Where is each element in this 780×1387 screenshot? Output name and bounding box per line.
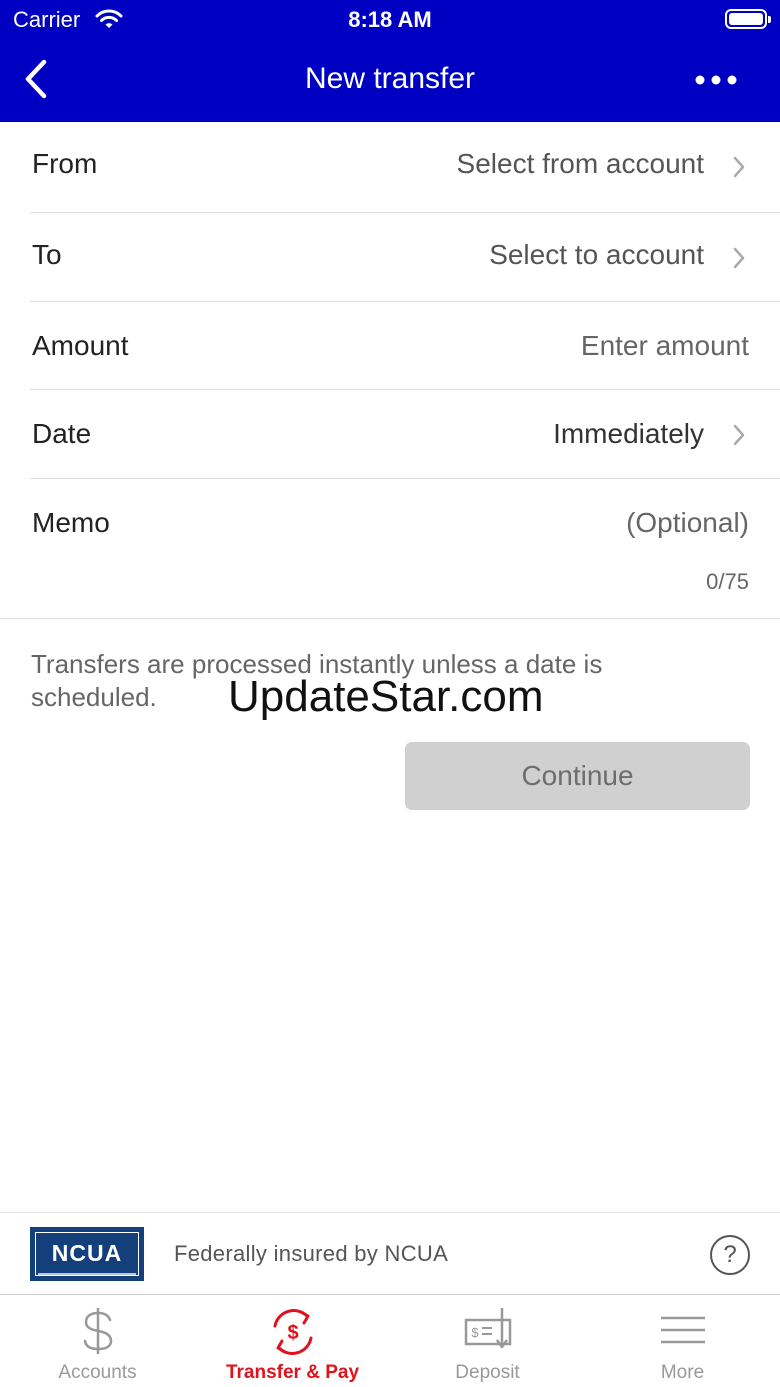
status-time: 8:18 AM xyxy=(348,7,432,32)
transfer-pay-icon: $ xyxy=(273,1309,312,1355)
ncua-footer: NCUA Federally insured by NCUA ? xyxy=(0,1212,780,1295)
tab-label: Transfer & Pay xyxy=(225,1362,360,1383)
svg-text:$: $ xyxy=(287,1322,298,1344)
from-account-row[interactable]: From Select from account xyxy=(30,122,780,213)
menu-icon xyxy=(660,1316,705,1344)
tab-transfer-pay[interactable]: $ Transfer & Pay xyxy=(195,1296,390,1387)
watermark-text: UpdateStar.com xyxy=(228,672,544,721)
help-circle-icon[interactable]: ? xyxy=(710,1235,750,1275)
date-label: Date xyxy=(32,418,92,449)
amount-input[interactable]: Enter amount xyxy=(581,330,749,362)
memo-input[interactable]: (Optional) xyxy=(626,507,749,539)
chevron-right-icon xyxy=(733,156,745,178)
to-account-value: Select to account xyxy=(489,239,704,270)
navigation-bar: Carrier 8:18 AM New transfer xyxy=(0,0,780,122)
from-label: From xyxy=(32,148,98,179)
to-label: To xyxy=(32,239,62,270)
tab-label: More xyxy=(660,1362,705,1383)
insured-text: Federally insured by NCUA xyxy=(174,1241,449,1266)
amount-row: Amount Enter amount xyxy=(30,302,780,390)
battery-icon xyxy=(725,9,771,29)
tab-label: Deposit xyxy=(455,1362,520,1383)
tab-accounts[interactable]: Accounts xyxy=(0,1296,195,1387)
dollar-icon xyxy=(83,1308,112,1354)
status-bar: Carrier 8:18 AM xyxy=(0,0,780,40)
date-row[interactable]: Date Immediately xyxy=(30,390,780,479)
ncua-logo: NCUA xyxy=(30,1227,144,1281)
continue-button[interactable]: Continue xyxy=(405,742,750,810)
tab-deposit[interactable]: $ Deposit xyxy=(390,1296,585,1387)
from-account-value: Select from account xyxy=(456,148,704,179)
more-dots-icon[interactable] xyxy=(692,72,740,88)
page-title: New transfer xyxy=(304,62,476,95)
tab-label: Accounts xyxy=(58,1362,137,1383)
date-value: Immediately xyxy=(553,418,704,449)
chevron-right-icon xyxy=(733,247,745,269)
memo-row: Memo (Optional) 0/75 xyxy=(0,479,780,619)
check-deposit-icon: $ xyxy=(464,1308,511,1349)
memo-label: Memo xyxy=(32,507,110,538)
tab-bar: Accounts $ Transfer & Pay $ Deposit More xyxy=(0,1296,780,1387)
to-account-row[interactable]: To Select to account xyxy=(30,213,780,302)
amount-label: Amount xyxy=(32,330,129,361)
tab-more[interactable]: More xyxy=(585,1296,780,1387)
ncua-logo-text: NCUA xyxy=(51,1240,123,1266)
chevron-right-icon xyxy=(733,424,745,446)
memo-char-counter: 0/75 xyxy=(706,569,749,594)
svg-text:$: $ xyxy=(471,1325,479,1340)
